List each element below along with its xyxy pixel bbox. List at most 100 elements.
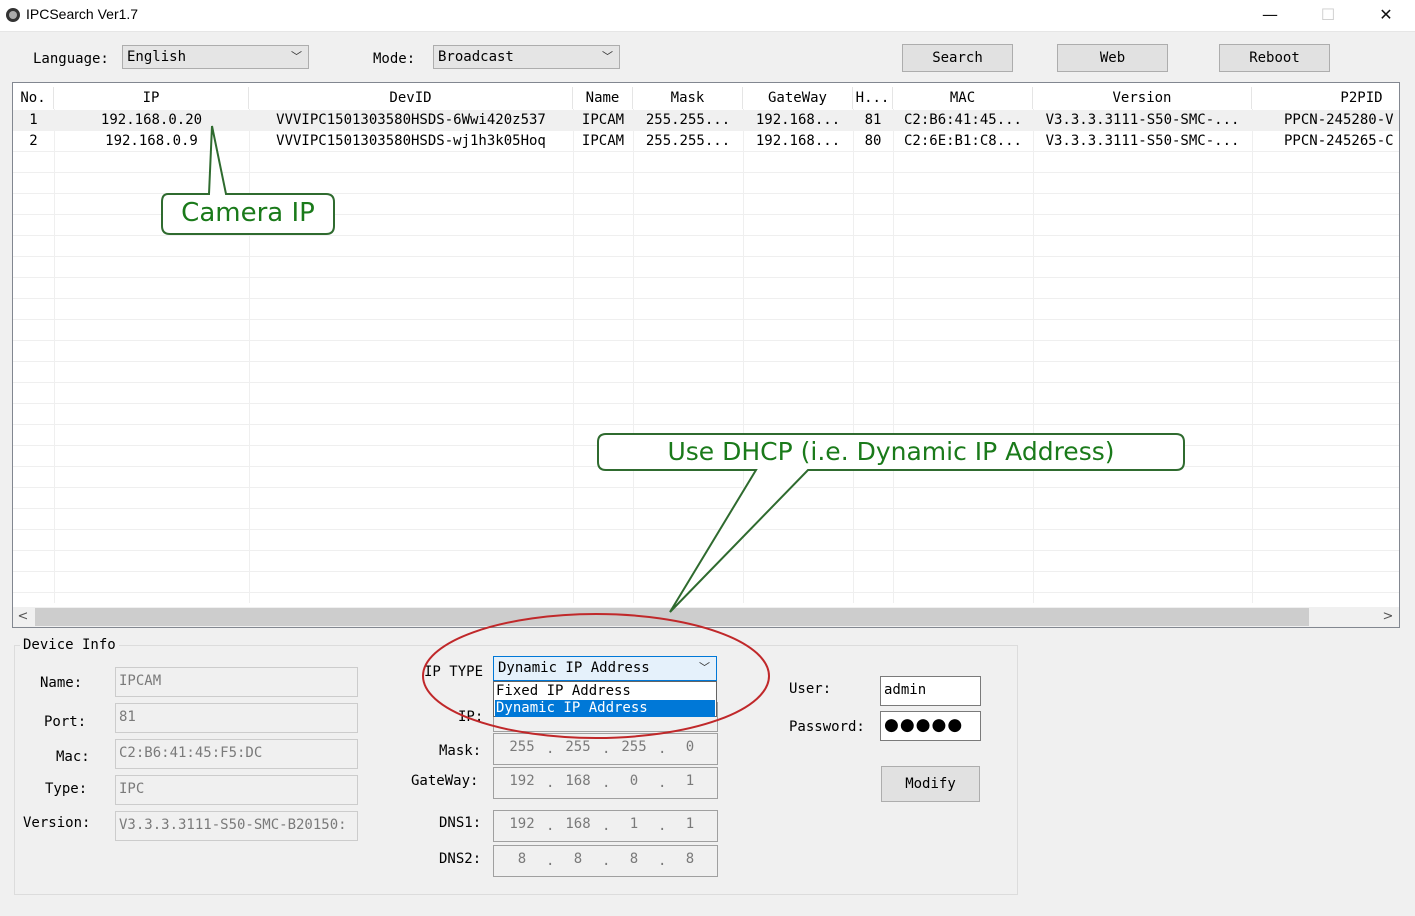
chevron-down-icon: ﹀ bbox=[602, 50, 613, 63]
mac-label: Mac: bbox=[56, 749, 90, 765]
gateway-octet: 192 bbox=[509, 773, 535, 789]
ip-label: IP: bbox=[458, 709, 484, 725]
close-button[interactable]: ✕ bbox=[1357, 0, 1415, 32]
mask-octet: 255 bbox=[565, 739, 591, 755]
scroll-right-icon[interactable]: > bbox=[1378, 607, 1398, 627]
cell-port: 80 bbox=[864, 133, 882, 149]
table-row[interactable]: 2 192.168.0.9 VVVIPC1501303580HSDS-wj1h3… bbox=[13, 131, 1399, 152]
cell-p2pid: PPCN-245265-C bbox=[1284, 133, 1394, 149]
column-header-mac[interactable]: MAC bbox=[893, 87, 1033, 109]
mac-field[interactable]: C2:B6:41:45:F5:DC bbox=[115, 739, 358, 769]
ip-type-select[interactable]: Dynamic IP Address ﹀ bbox=[493, 656, 717, 681]
scroll-left-icon[interactable]: < bbox=[13, 607, 33, 627]
camera-ip-callout-text: Camera IP bbox=[181, 198, 315, 228]
user-field[interactable]: admin bbox=[880, 676, 981, 706]
dns2-octet: 8 bbox=[685, 851, 695, 867]
dns1-octet: 1 bbox=[629, 816, 639, 832]
window-title: IPCSearch Ver1.7 bbox=[26, 6, 139, 22]
name-label: Name: bbox=[40, 675, 83, 691]
device-table[interactable]: No. IP DevID Name Mask GateWay H... MAC … bbox=[12, 82, 1400, 628]
password-field[interactable]: ●●●●● bbox=[880, 711, 981, 741]
dns2-label: DNS2: bbox=[439, 851, 482, 867]
mode-value: Broadcast bbox=[438, 49, 514, 65]
cell-version: V3.3.3.3111-S50-SMC-... bbox=[1045, 112, 1240, 128]
ip-type-value: Dynamic IP Address bbox=[498, 660, 650, 676]
column-header-version[interactable]: Version bbox=[1033, 87, 1252, 109]
cell-ip: 192.168.0.9 bbox=[105, 133, 198, 149]
minimize-button[interactable]: — bbox=[1241, 0, 1299, 32]
cell-ip: 192.168.0.20 bbox=[100, 112, 203, 128]
column-header-ip[interactable]: IP bbox=[54, 87, 249, 109]
table-row[interactable]: 1 192.168.0.20 VVVIPC1501303580HSDS-6Wwi… bbox=[13, 110, 1399, 131]
version-label: Version: bbox=[23, 815, 91, 831]
cell-mask: 255.255... bbox=[645, 133, 731, 149]
column-header-p2pid[interactable]: P2PID bbox=[1252, 87, 1399, 109]
mode-label: Mode: bbox=[373, 51, 416, 67]
cell-devid: VVVIPC1501303580HSDS-6Wwi420z537 bbox=[276, 112, 546, 128]
gateway-octet: 168 bbox=[565, 773, 591, 789]
table-header: No. IP DevID Name Mask GateWay H... MAC … bbox=[13, 87, 1399, 109]
language-label: Language: bbox=[33, 51, 109, 67]
cell-gateway: 192.168... bbox=[755, 112, 841, 128]
column-header-name[interactable]: Name bbox=[573, 87, 633, 109]
ip-type-dropdown-list: Fixed IP Address Dynamic IP Address bbox=[493, 681, 717, 717]
mask-octet: 0 bbox=[685, 739, 695, 755]
cell-no: 2 bbox=[29, 133, 38, 149]
name-field[interactable]: IPCAM bbox=[115, 667, 358, 697]
port-field[interactable]: 81 bbox=[115, 703, 358, 733]
cell-version: V3.3.3.3111-S50-SMC-... bbox=[1045, 133, 1240, 149]
dns2-field[interactable]: 8 . 8 . 8 . 8 bbox=[493, 845, 718, 877]
cell-port: 81 bbox=[864, 112, 882, 128]
column-header-devid[interactable]: DevID bbox=[249, 87, 573, 109]
device-info-title: Device Info bbox=[20, 637, 119, 653]
gateway-octet: 0 bbox=[629, 773, 639, 789]
mask-octet: 255 bbox=[621, 739, 647, 755]
option-dynamic-ip[interactable]: Dynamic IP Address bbox=[495, 700, 715, 717]
cell-p2pid: PPCN-245280-V bbox=[1284, 112, 1394, 128]
dns1-octet: 168 bbox=[565, 816, 591, 832]
cell-gateway: 192.168... bbox=[755, 133, 841, 149]
scrollbar-thumb[interactable] bbox=[35, 608, 1309, 626]
port-label: Port: bbox=[44, 714, 87, 730]
cell-name: IPCAM bbox=[581, 133, 625, 149]
cell-name: IPCAM bbox=[581, 112, 625, 128]
dns1-octet: 1 bbox=[685, 816, 695, 832]
mask-octet: 255 bbox=[509, 739, 535, 755]
cell-mac: C2:6E:B1:C8... bbox=[903, 133, 1022, 149]
option-fixed-ip[interactable]: Fixed IP Address bbox=[495, 683, 715, 700]
column-header-no[interactable]: No. bbox=[13, 87, 54, 109]
dhcp-callout-text: Use DHCP (i.e. Dynamic IP Address) bbox=[667, 437, 1115, 466]
cell-devid: VVVIPC1501303580HSDS-wj1h3k05Hoq bbox=[276, 133, 546, 149]
gateway-octet: 1 bbox=[685, 773, 695, 789]
app-camera-icon bbox=[6, 8, 20, 22]
type-field[interactable]: IPC bbox=[115, 775, 358, 805]
dns2-octet: 8 bbox=[573, 851, 583, 867]
mask-label: Mask: bbox=[439, 743, 482, 759]
gateway-field[interactable]: 192 . 168 . 0 . 1 bbox=[493, 767, 718, 799]
language-value: English bbox=[127, 49, 187, 65]
gateway-label: GateWay: bbox=[411, 773, 479, 789]
column-header-gateway[interactable]: GateWay bbox=[743, 87, 853, 109]
modify-button[interactable]: Modify bbox=[881, 766, 980, 802]
web-button[interactable]: Web bbox=[1057, 44, 1168, 72]
ip-type-label: IP TYPE bbox=[424, 664, 484, 680]
mode-select[interactable]: Broadcast ﹀ bbox=[433, 45, 620, 69]
cell-mask: 255.255... bbox=[645, 112, 731, 128]
cell-mac: C2:B6:41:45... bbox=[903, 112, 1022, 128]
dns1-field[interactable]: 192 . 168 . 1 . 1 bbox=[493, 810, 718, 842]
language-select[interactable]: English ﹀ bbox=[122, 45, 309, 69]
type-label: Type: bbox=[45, 781, 88, 797]
reboot-button[interactable]: Reboot bbox=[1219, 44, 1330, 72]
search-button[interactable]: Search bbox=[902, 44, 1013, 72]
column-header-http-port[interactable]: H... bbox=[853, 87, 893, 109]
dns2-octet: 8 bbox=[517, 851, 527, 867]
cell-no: 1 bbox=[29, 112, 38, 128]
dns1-octet: 192 bbox=[509, 816, 535, 832]
column-header-mask[interactable]: Mask bbox=[633, 87, 743, 109]
maximize-button[interactable]: ☐ bbox=[1299, 0, 1357, 32]
horizontal-scrollbar[interactable]: < > bbox=[13, 607, 1399, 627]
title-bar: IPCSearch Ver1.7 — ☐ ✕ bbox=[0, 0, 1415, 32]
password-label: Password: bbox=[789, 719, 865, 735]
version-field[interactable]: V3.3.3.3111-S50-SMC-B20150: bbox=[115, 811, 358, 841]
mask-field[interactable]: 255 . 255 . 255 . 0 bbox=[493, 733, 718, 765]
